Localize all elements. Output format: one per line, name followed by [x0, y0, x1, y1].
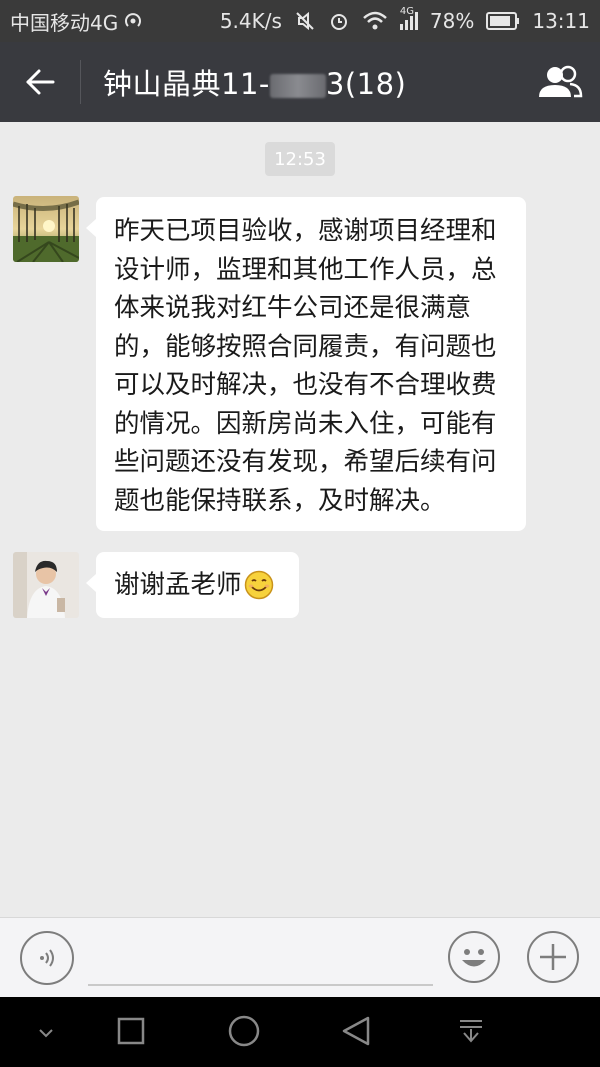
sender-avatar-trees[interactable]: [13, 196, 79, 262]
plus-icon: [540, 944, 566, 970]
header-divider: [80, 60, 81, 104]
trees-sunset-avatar: [13, 196, 79, 262]
message-line: 设计师，监理和其他工作人员，总: [114, 254, 497, 285]
message-bubble[interactable]: 昨天已项目验收，感谢项目经理和 设计师，监理和其他工作人员，总 体来说我对红牛公…: [86, 197, 526, 531]
message-input[interactable]: [88, 984, 433, 986]
system-nav-bar: [0, 997, 600, 1067]
alarm-icon: [330, 14, 347, 30]
message-bubble[interactable]: 谢谢孟老师: [86, 552, 299, 618]
notifications-pulldown-icon[interactable]: [456, 1017, 486, 1047]
message-line: 体来说我对红牛公司还是很满意: [114, 293, 472, 323]
status-bar: 中国移动4G 5.4K/s 4G 78% 13:11: [0, 0, 600, 42]
signal-icon: 4G: [399, 6, 418, 30]
voice-input-icon: [40, 949, 54, 967]
network-type-label: 4G: [399, 6, 415, 17]
message-line: 可以及时解决，也没有不合理收费: [114, 370, 497, 400]
chat-title-text: 钟山晶典11-: [103, 67, 270, 101]
message-text: 谢谢孟老师: [114, 569, 242, 600]
battery-percent: 78%: [429, 9, 475, 33]
chat-area[interactable]: 12:53 昨天已项目验收，感谢项目经理和 设计师，监理和其他工作人员，总 体来…: [0, 122, 600, 917]
wifi-icon: [363, 11, 387, 30]
person-avatar: [13, 552, 79, 618]
chat-title-suffix: 3(18): [325, 67, 407, 101]
home-icon[interactable]: [227, 1014, 261, 1048]
chat-title: 钟山晶典11- 3(18): [103, 61, 406, 103]
message-line: 些问题还没有发现，希望后续有问: [114, 447, 497, 477]
network-speed: 5.4K/s: [219, 9, 282, 33]
sender-avatar-person[interactable]: [13, 552, 79, 618]
chat-header: 钟山晶典11- 3(18): [0, 42, 600, 122]
more-button[interactable]: [527, 931, 579, 983]
emoji-icon: [462, 949, 486, 967]
recents-icon[interactable]: [116, 1016, 146, 1046]
hotspot-icon: [125, 13, 142, 27]
message-line: 的，能够按照合同履责，有问题也: [114, 331, 497, 362]
arrow-left-icon: [26, 69, 55, 95]
clock: 13:11: [532, 9, 590, 33]
collapse-icon[interactable]: [34, 1021, 58, 1045]
back-button[interactable]: [0, 42, 80, 122]
group-members-icon: [539, 65, 583, 98]
message-timestamp: 12:53: [265, 142, 335, 176]
mute-icon: [296, 11, 314, 31]
smile-emoji-icon: [244, 570, 273, 600]
emoji-button[interactable]: [448, 931, 500, 983]
chat-title-blur: [269, 74, 326, 98]
battery-icon: [486, 12, 520, 30]
message-line: 的情况。因新房尚未入住，可能有: [114, 408, 497, 439]
back-icon[interactable]: [340, 1015, 372, 1047]
message-line: 昨天已项目验收，感谢项目经理和: [114, 216, 497, 246]
voice-button[interactable]: [20, 931, 74, 985]
input-bar: [0, 917, 600, 997]
group-info-button[interactable]: [520, 42, 600, 122]
carrier-label: 中国移动4G: [10, 10, 119, 35]
message-line: 题也能保持联系，及时解决。: [114, 485, 446, 516]
